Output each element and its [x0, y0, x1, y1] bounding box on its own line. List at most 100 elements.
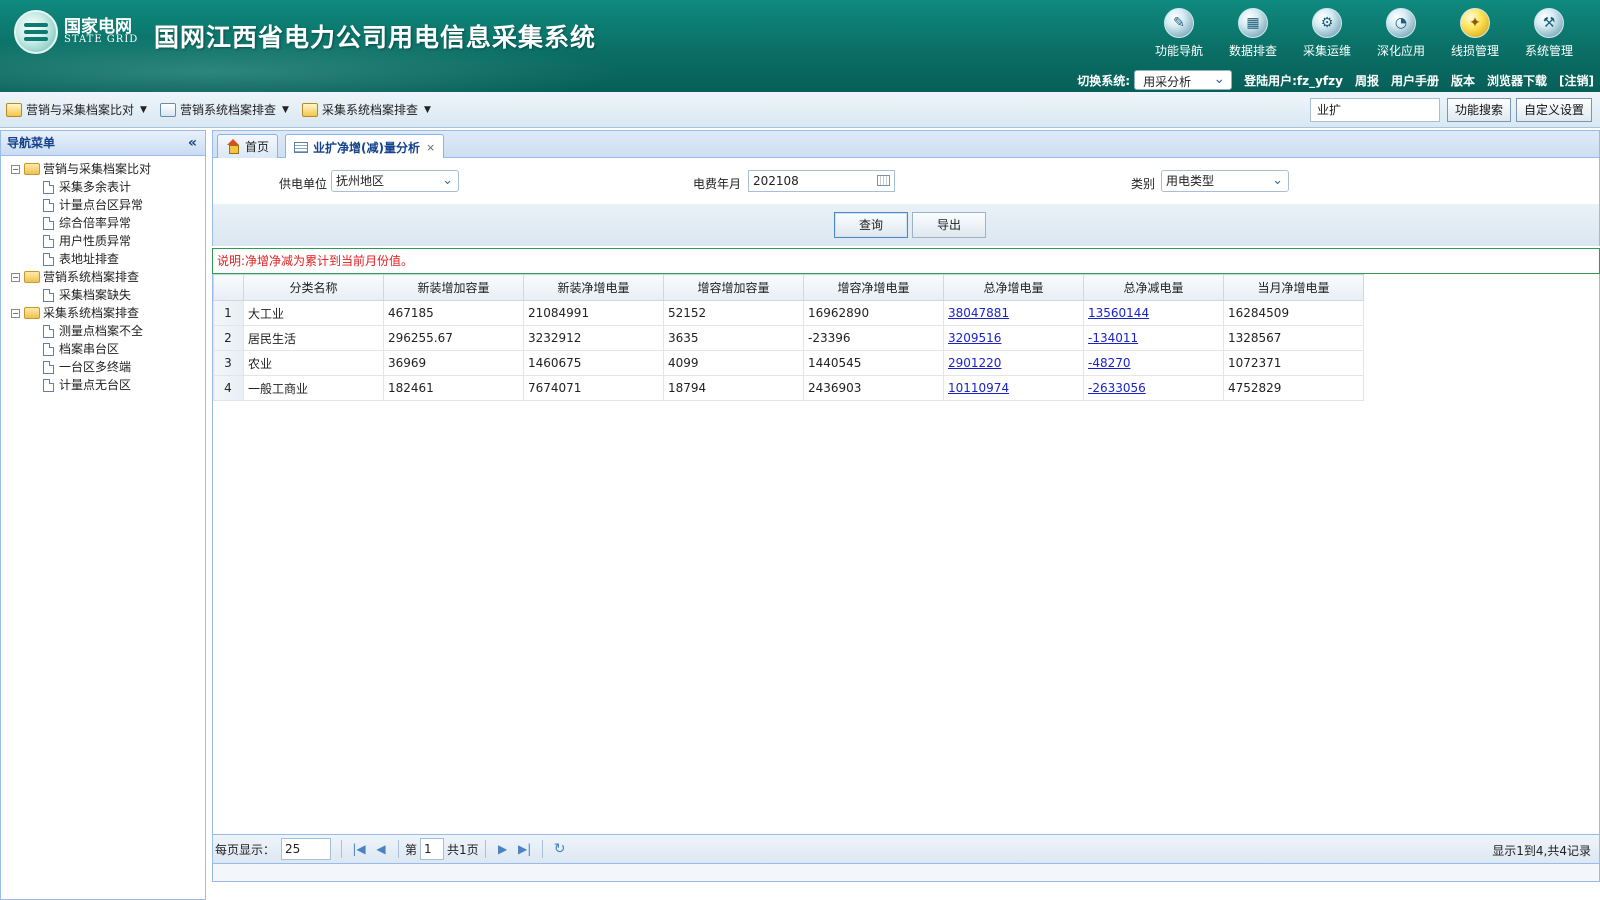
collapse-toggle-icon[interactable]: −	[11, 164, 20, 174]
column-header[interactable]: 总净增电量	[943, 274, 1084, 301]
unit-select[interactable]: 抚州地区 ⌄	[331, 170, 459, 192]
list-icon	[160, 102, 176, 117]
nav-function-nav[interactable]: ✎ 功能导航	[1142, 4, 1216, 60]
column-header[interactable]: 当月净增电量	[1223, 274, 1364, 301]
tree-item[interactable]: 用户性质异常	[43, 232, 205, 250]
nav-label: 系统管理	[1524, 44, 1573, 58]
last-page-icon[interactable]: ▶|	[514, 842, 536, 856]
refresh-icon[interactable]: ↻	[549, 841, 571, 857]
document-icon	[43, 360, 54, 374]
collapse-icon[interactable]: «	[188, 131, 197, 156]
bottom-strip	[212, 864, 1600, 882]
table-cell: 3635	[663, 325, 804, 351]
tree-item-label: 一台区多终端	[59, 360, 132, 374]
drilldown-link[interactable]: 13560144	[1088, 306, 1149, 320]
nav-tree: − 营销与采集档案比对采集多余表计计量点台区异常综合倍率异常用户性质异常 表地址排查…	[1, 156, 205, 394]
tree-item-label: 综合倍率异常	[59, 216, 132, 230]
column-header[interactable]: 增容净增电量	[803, 274, 944, 301]
nav-deep-apply[interactable]: ◔ 深化应用	[1364, 4, 1438, 60]
column-header[interactable]: 分类名称	[243, 274, 384, 301]
drilldown-link[interactable]: 2901220	[948, 356, 1001, 370]
line-loss-icon: ✦	[1460, 8, 1490, 38]
row-number: 4	[213, 375, 244, 401]
table-cell: 16962890	[803, 300, 944, 326]
table-cell: 2901220	[943, 350, 1084, 376]
drilldown-link[interactable]: 3209516	[948, 331, 1001, 345]
link-version[interactable]: 版本	[1451, 72, 1475, 89]
tree-item[interactable]: 计量点无台区	[43, 376, 205, 394]
unit-label: 供电单位	[279, 177, 328, 191]
top-navigation: ✎ 功能导航 ▦ 数据排查 ⚙ 采集运维 ◔ 深化应用 ✦ 线损管理 ⚒ 系统管理	[1142, 4, 1586, 60]
page-size-input[interactable]: 25	[281, 838, 332, 860]
drilldown-link[interactable]: 10110974	[948, 381, 1009, 395]
tree-item[interactable]: 一台区多终端	[43, 358, 205, 376]
logout-link[interactable]: [注销]	[1559, 72, 1594, 89]
export-button[interactable]: 导出	[912, 212, 986, 238]
drilldown-link[interactable]: -134011	[1088, 331, 1138, 345]
nav-line-loss[interactable]: ✦ 线损管理	[1438, 4, 1512, 60]
column-header[interactable]: 新装净增电量	[523, 274, 664, 301]
tree-item[interactable]: 采集多余表计	[43, 178, 205, 196]
menu-collect-check[interactable]: 采集系统档案排查 ▼	[302, 101, 431, 118]
next-page-icon[interactable]: ▶	[492, 842, 514, 856]
month-input[interactable]: 202108	[748, 170, 895, 192]
document-icon	[43, 216, 54, 230]
type-select[interactable]: 用电类型 ⌄	[1161, 170, 1289, 192]
nav-label: 深化应用	[1376, 44, 1425, 58]
tree-item-label: 采集多余表计	[59, 180, 132, 194]
tree-group[interactable]: − 营销系统档案排查	[1, 268, 205, 286]
link-user-manual[interactable]: 用户手册	[1391, 72, 1439, 89]
tab-net-increase-analysis[interactable]: 业扩净增(减)量分析 ×	[285, 134, 445, 160]
drilldown-link[interactable]: -48270	[1088, 356, 1131, 370]
function-search-input[interactable]: 业扩	[1310, 98, 1440, 122]
collapse-toggle-icon[interactable]: −	[11, 272, 20, 282]
tree-item[interactable]: 测量点档案不全	[43, 322, 205, 340]
column-header[interactable]: 新装增加容量	[383, 274, 524, 301]
month-input-value: 202108	[753, 174, 799, 188]
drilldown-link[interactable]: -2633056	[1088, 381, 1146, 395]
tree-item[interactable]: 综合倍率异常	[43, 214, 205, 232]
first-page-icon[interactable]: |◀	[348, 842, 370, 856]
close-icon[interactable]: ×	[426, 137, 435, 159]
document-icon	[43, 252, 54, 266]
document-icon	[43, 378, 54, 392]
column-header[interactable]: 总净减电量	[1083, 274, 1224, 301]
tree-group[interactable]: − 营销与采集档案比对	[1, 160, 205, 178]
system-select-value: 用采分析	[1143, 75, 1192, 89]
tree-item[interactable]: 计量点台区异常	[43, 196, 205, 214]
nav-system-manage[interactable]: ⚒ 系统管理	[1512, 4, 1586, 60]
collapse-toggle-icon[interactable]: −	[11, 308, 20, 318]
tree-item[interactable]: 档案串台区	[43, 340, 205, 358]
filter-panel: 供电单位 抚州地区 ⌄ 电费年月 202108 类别 用电类型 ⌄	[212, 158, 1600, 204]
tab-home[interactable]: 首页	[217, 134, 279, 159]
query-button[interactable]: 查询	[834, 212, 908, 238]
system-select[interactable]: 用采分析	[1134, 68, 1233, 90]
function-search-button[interactable]: 功能搜索	[1447, 98, 1511, 122]
custom-settings-button[interactable]: 自定义设置	[1516, 98, 1592, 122]
page-number-input[interactable]: 1	[420, 838, 445, 860]
link-weekly-report[interactable]: 周报	[1355, 72, 1379, 89]
tree-item[interactable]: 采集档案缺失	[43, 286, 205, 304]
prev-page-icon[interactable]: ◀	[370, 842, 392, 856]
menu-marketing-check[interactable]: 营销系统档案排查 ▼	[160, 101, 289, 118]
tree-item-label: 采集档案缺失	[59, 288, 132, 302]
table-cell: 36969	[383, 350, 524, 376]
column-header[interactable]: 增容增加容量	[663, 274, 804, 301]
menu-marketing-compare[interactable]: 营销与采集档案比对 ▼	[6, 101, 147, 118]
nav-label: 线损管理	[1450, 44, 1499, 58]
tree-group-label: 采集系统档案排查	[43, 306, 140, 320]
table-cell: 16284509	[1223, 300, 1364, 326]
table-cell: 4752829	[1223, 375, 1364, 401]
nav-collect-maintain[interactable]: ⚙ 采集运维	[1290, 4, 1364, 60]
action-bar: 查询 导出	[212, 204, 1600, 246]
tree-group[interactable]: − 采集系统档案排查	[1, 304, 205, 322]
drilldown-link[interactable]: 38047881	[948, 306, 1009, 320]
nav-data-check[interactable]: ▦ 数据排查	[1216, 4, 1290, 60]
compare-icon	[6, 102, 22, 117]
calendar-icon[interactable]	[877, 175, 890, 186]
link-browser-download[interactable]: 浏览器下载	[1487, 72, 1547, 89]
document-icon	[43, 288, 54, 302]
tree-item[interactable]: 表地址排查	[43, 250, 205, 268]
table-cell: 10110974	[943, 375, 1084, 401]
table-cell: 52152	[663, 300, 804, 326]
